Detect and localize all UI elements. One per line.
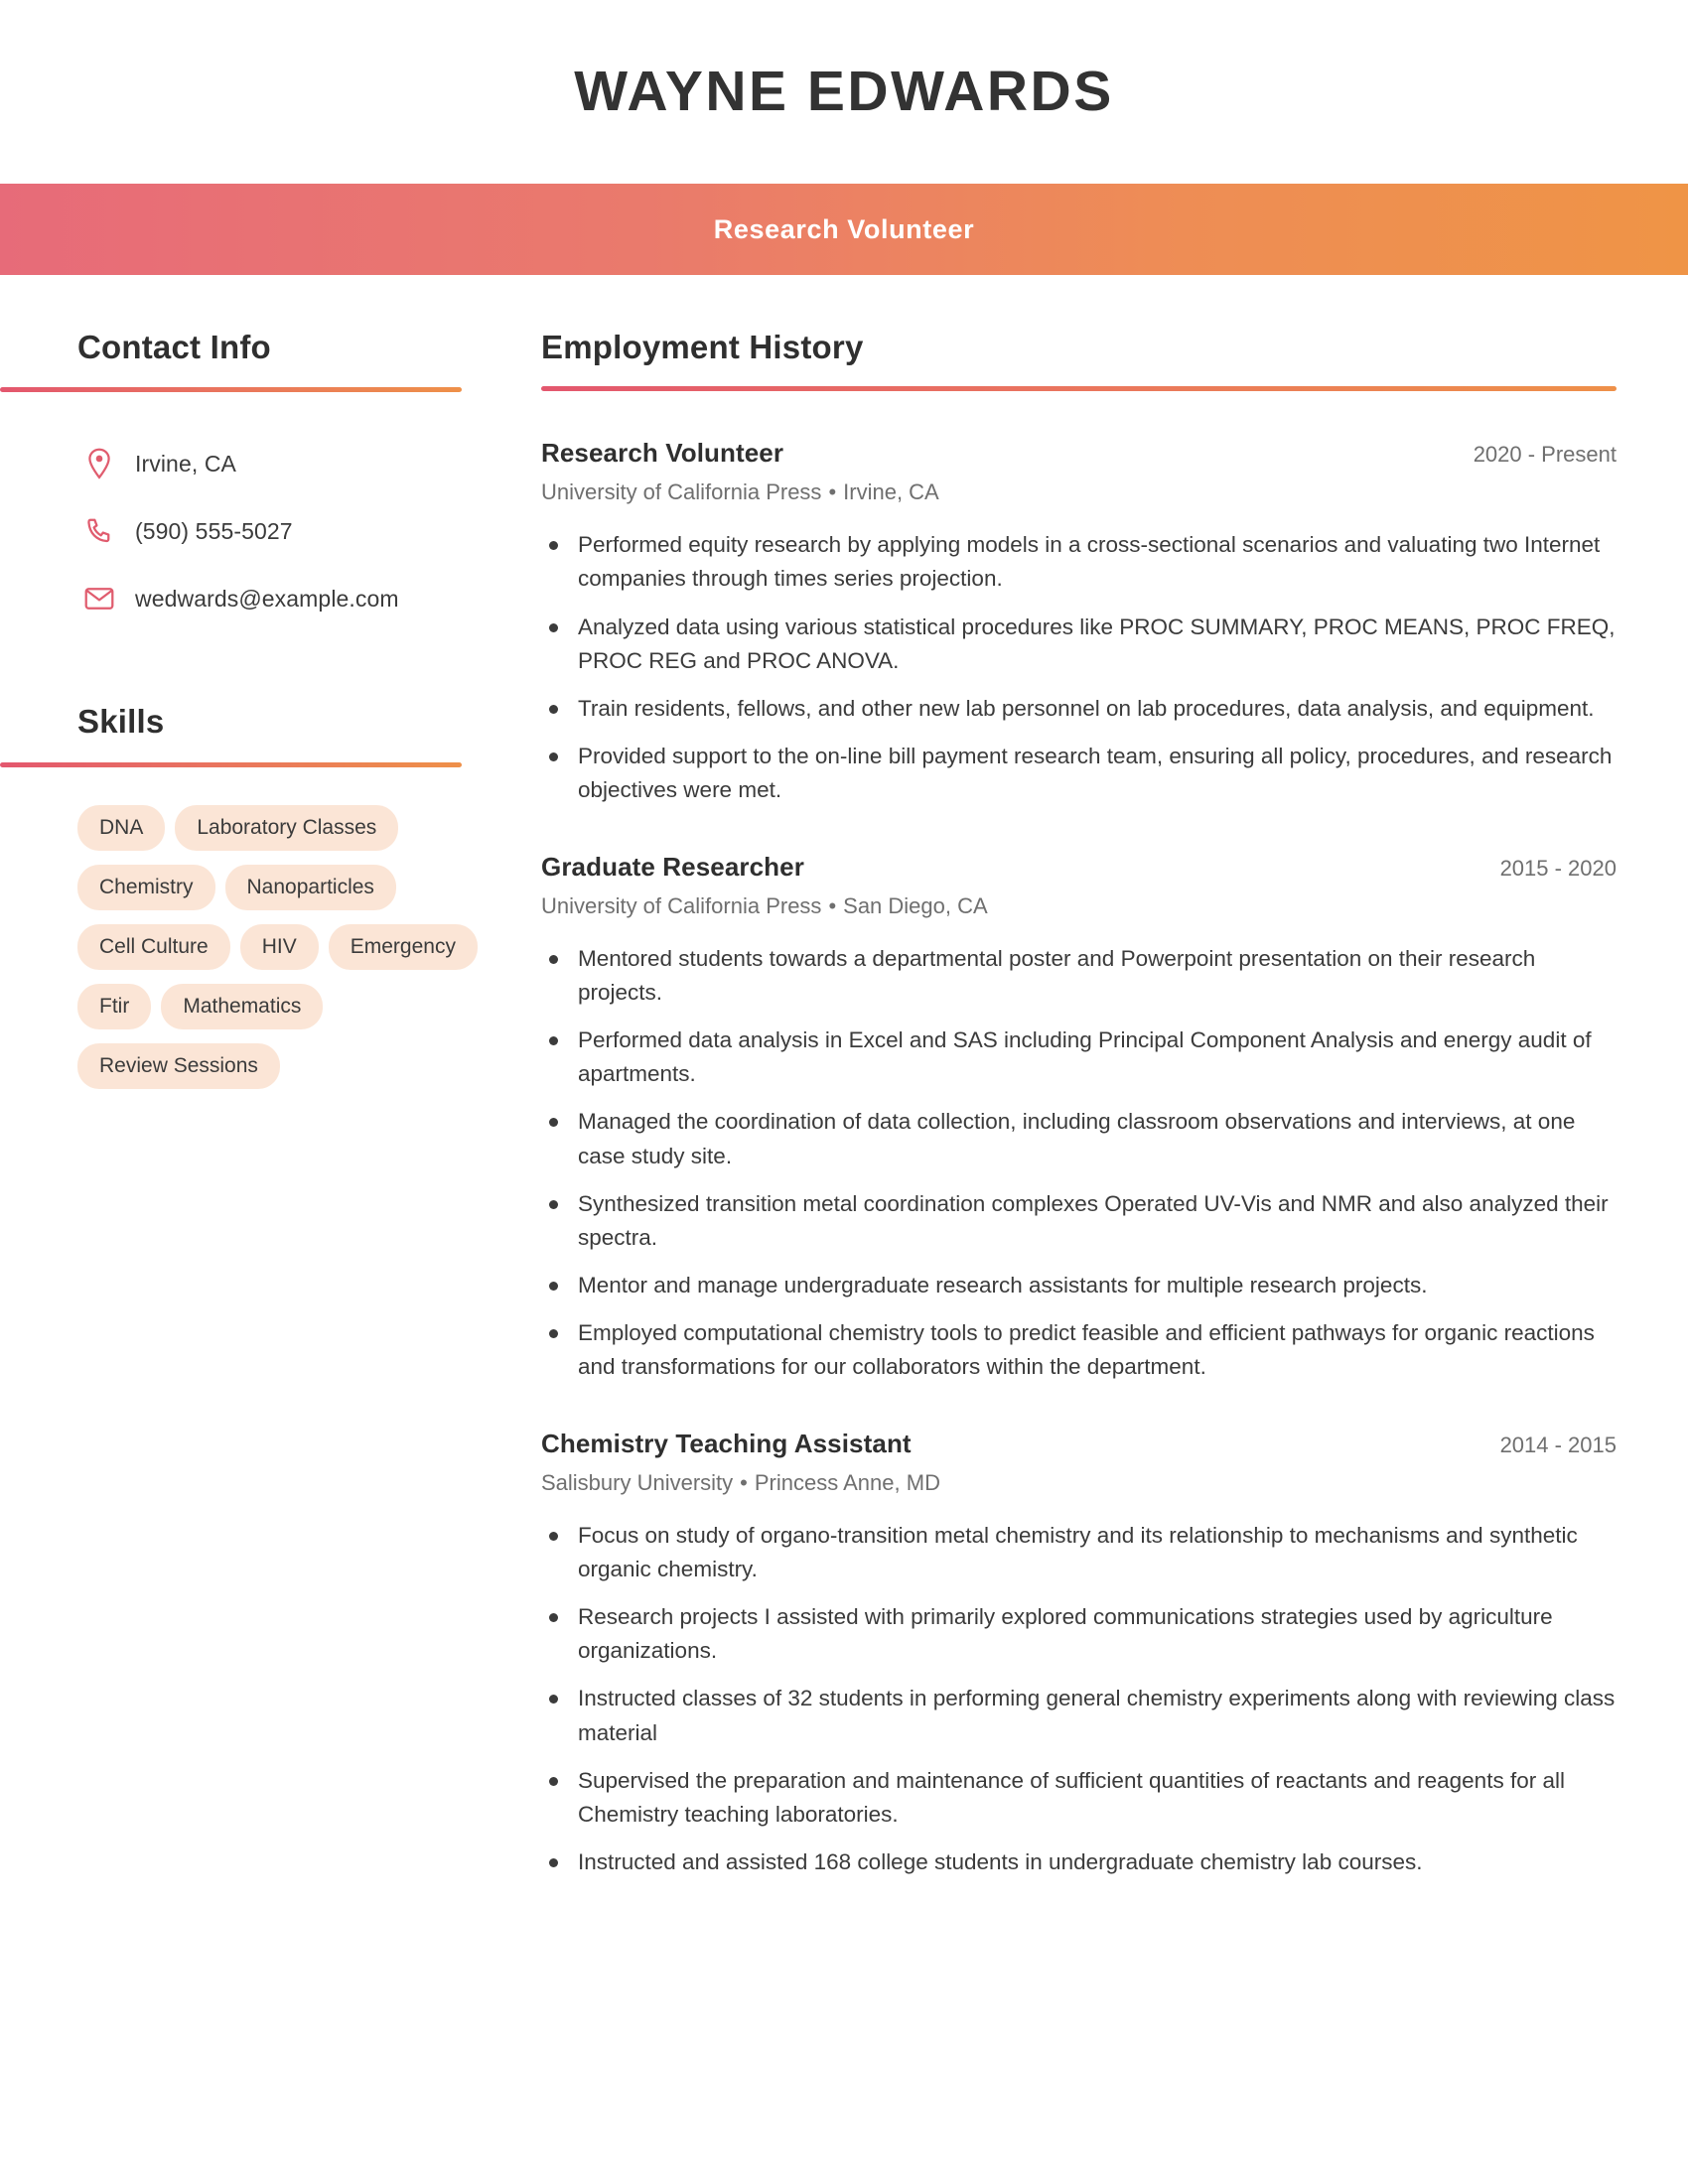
job-bullet-list: Performed equity research by applying mo… [541, 528, 1617, 807]
page-title: WAYNE EDWARDS [574, 60, 1114, 123]
job-meta: University of California Press • Irvine, C… [541, 479, 1617, 505]
job-bullet: Synthesized transition metal coordinatio… [541, 1187, 1617, 1255]
job-title: Graduate Researcher [541, 851, 804, 882]
skills-heading: Skills [77, 703, 165, 741]
skill-tag[interactable]: Ftir [77, 983, 152, 1029]
job-dates: 2014 - 2015 [1499, 1432, 1617, 1457]
job-bullet: Mentor and manage undergraduate research… [541, 1269, 1617, 1302]
resume-header: WAYNE EDWARDS [0, 0, 1688, 184]
skill-tag[interactable]: Cell Culture [77, 923, 230, 970]
skill-tag[interactable]: Laboratory Classes [175, 804, 399, 851]
job-dates: 2015 - 2020 [1499, 855, 1617, 881]
job-entry: Research Volunteer 2020 - Present Univer… [541, 438, 1617, 807]
section-divider [541, 386, 1617, 392]
contact-email-text: wedwards@example.com [135, 585, 399, 612]
main-content: Employment History Research Volunteer 20… [526, 329, 1688, 1880]
skill-tag[interactable]: DNA [77, 804, 166, 851]
job-bullet: Mentored students towards a departmental… [541, 942, 1617, 1010]
job-location: Princess Anne, MD [754, 1469, 940, 1495]
skill-tag[interactable]: Emergency [328, 923, 478, 970]
job-title-banner: Research Volunteer [0, 184, 1688, 275]
contact-item-email[interactable]: wedwards@example.com [77, 565, 526, 632]
job-bullet: Performed equity research by applying mo… [541, 528, 1617, 596]
job-company: University of California Press [541, 479, 822, 505]
job-bullet: Instructed and assisted 168 college stud… [541, 1845, 1617, 1879]
job-bullet-list: Mentored students towards a departmental… [541, 942, 1617, 1385]
skill-tag[interactable]: Mathematics [161, 983, 324, 1029]
job-bullet: Train residents, fellows, and other new … [541, 692, 1617, 726]
job-title: Research Volunteer [541, 438, 784, 469]
job-bullet: Focus on study of organo-transition meta… [541, 1519, 1617, 1586]
job-bullet: Employed computational chemistry tools t… [541, 1316, 1617, 1384]
envelope-icon [77, 587, 121, 611]
location-pin-icon [77, 448, 121, 479]
job-company: University of California Press [541, 892, 822, 918]
skill-tag[interactable]: HIV [239, 923, 319, 970]
job-meta: University of California Press • San Diego… [541, 893, 1617, 919]
sidebar: Contact Info Irvine, CA (590) 555-5027 w… [0, 329, 526, 1089]
job-bullet: Performed data analysis in Excel and SAS… [541, 1024, 1617, 1091]
contact-location-text: Irvine, CA [135, 450, 236, 477]
phone-icon [77, 517, 121, 545]
contact-list: Irvine, CA (590) 555-5027 wedwards@examp… [77, 430, 526, 632]
job-dates: 2020 - Present [1473, 442, 1617, 468]
contact-phone-text: (590) 555-5027 [135, 517, 293, 544]
job-bullet: Analyzed data using various statistical … [541, 611, 1617, 678]
meta-separator: • [740, 1469, 748, 1495]
job-bullet: Research projects I assisted with primar… [541, 1600, 1617, 1668]
job-location: Irvine, CA [843, 479, 939, 505]
employment-history-heading: Employment History [541, 329, 864, 365]
job-meta: Salisbury University • Princess Anne, MD [541, 1470, 1617, 1496]
job-bullet: Managed the coordination of data collect… [541, 1105, 1617, 1172]
section-divider [0, 761, 462, 767]
job-company: Salisbury University [541, 1469, 734, 1495]
contact-info-section: Contact Info Irvine, CA (590) 555-5027 w… [0, 329, 526, 632]
job-bullet: Supervised the preparation and maintenan… [541, 1764, 1617, 1832]
resume-body: Contact Info Irvine, CA (590) 555-5027 w… [0, 275, 1688, 1879]
skills-tag-list: DNA Laboratory Classes Chemistry Nanopar… [77, 804, 485, 1089]
job-bullet-list: Focus on study of organo-transition meta… [541, 1519, 1617, 1880]
job-location: San Diego, CA [843, 892, 988, 918]
job-entry: Graduate Researcher 2015 - 2020 Universi… [541, 852, 1617, 1385]
job-headline: Graduate Researcher 2015 - 2020 [541, 852, 1617, 883]
section-divider [0, 387, 462, 393]
job-headline: Research Volunteer 2020 - Present [541, 438, 1617, 469]
job-bullet: Instructed classes of 32 students in per… [541, 1682, 1617, 1749]
meta-separator: • [828, 892, 837, 918]
contact-info-heading: Contact Info [77, 329, 271, 365]
job-title: Chemistry Teaching Assistant [541, 1428, 912, 1458]
skill-tag[interactable]: Nanoparticles [224, 864, 396, 910]
contact-item-location[interactable]: Irvine, CA [77, 430, 526, 497]
job-entry: Chemistry Teaching Assistant 2014 - 2015… [541, 1429, 1617, 1880]
contact-item-phone[interactable]: (590) 555-5027 [77, 497, 526, 565]
meta-separator: • [828, 479, 837, 505]
job-headline: Chemistry Teaching Assistant 2014 - 2015 [541, 1429, 1617, 1459]
skill-tag[interactable]: Review Sessions [77, 1042, 280, 1089]
skills-section: Skills DNA Laboratory Classes Chemistry … [0, 703, 526, 1089]
skill-tag[interactable]: Chemistry [77, 864, 215, 910]
professional-title: Research Volunteer [713, 213, 975, 244]
job-bullet: Provided support to the on-line bill pay… [541, 740, 1617, 807]
